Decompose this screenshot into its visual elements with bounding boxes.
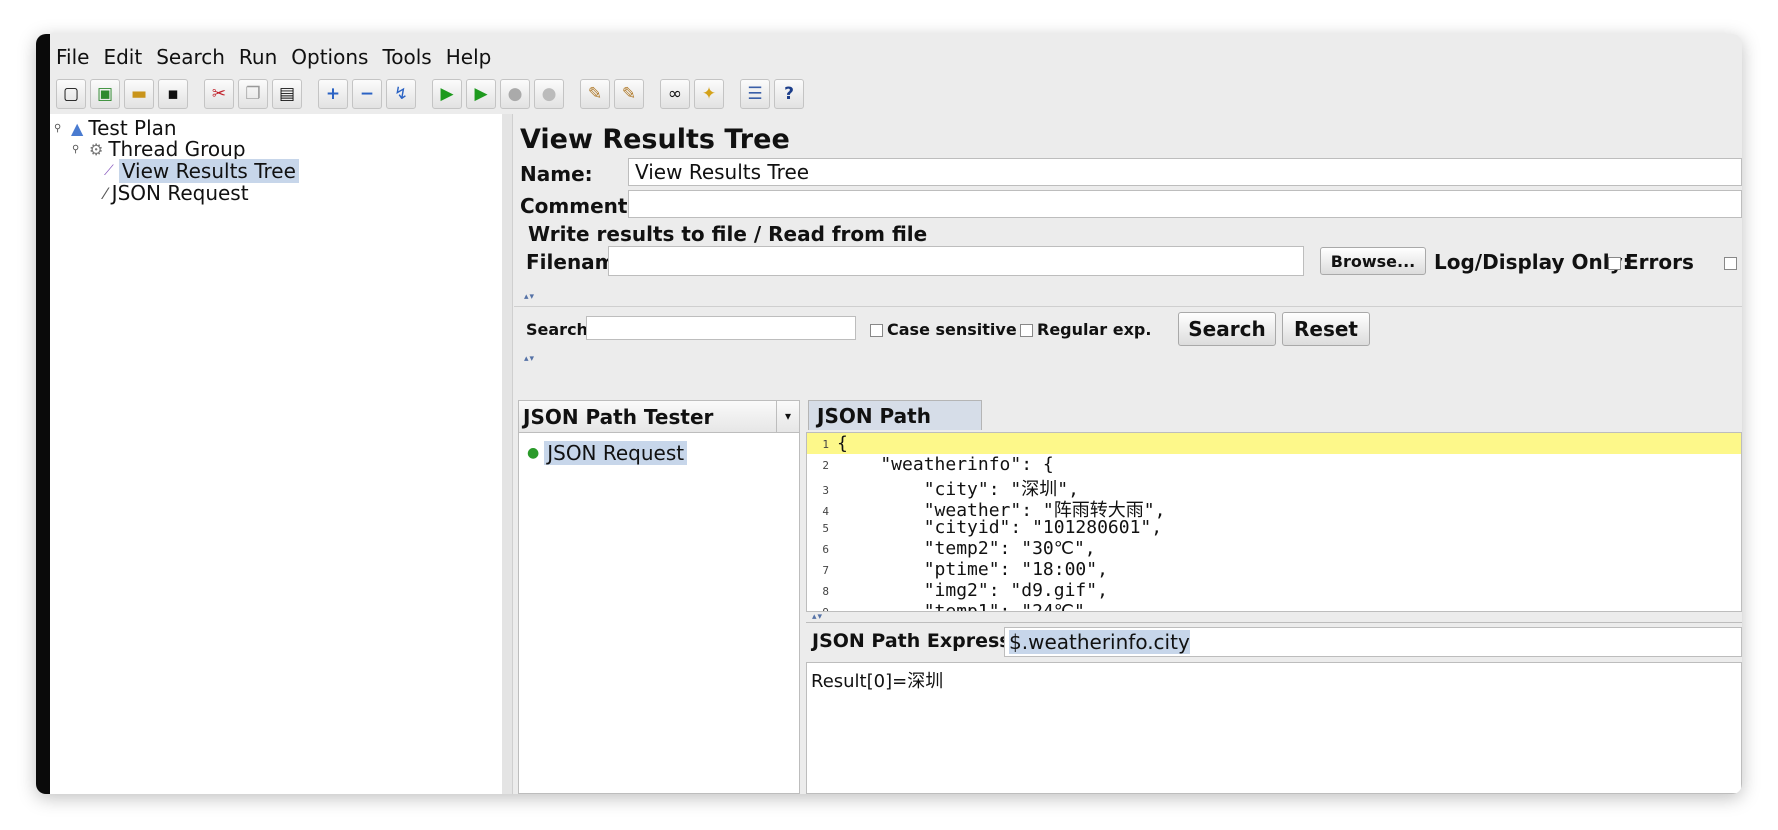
code-line: 4 "weather": "阵雨转大雨", (822, 500, 1166, 521)
search-label: Search: (526, 320, 595, 339)
paste-icon[interactable]: ▤ (272, 79, 302, 109)
code-line: 9 "temp1": "24℃" (822, 601, 1085, 612)
jmeter-window: File Edit Search Run Options Tools Help … (36, 34, 1742, 794)
successes-checkbox[interactable] (1724, 250, 1741, 274)
test-plan-tree: ⚲ ▲ Test Plan ⚲ ⚙ Thread Group ⟋ View Re… (50, 114, 503, 794)
collapse-arrows-icon[interactable]: ▴▾ (524, 354, 535, 364)
errors-checkbox[interactable]: Errors (1608, 250, 1694, 274)
renderer-select[interactable]: JSON Path Tester ▾ (519, 401, 799, 433)
expression-value: $.weatherinfo.city (1009, 630, 1190, 654)
view-results-tree-panel: View Results Tree Name: View Results Tre… (514, 114, 1742, 794)
sample-json-request[interactable]: ● JSON Request (527, 441, 688, 465)
search-binoculars-icon[interactable]: ∞ (660, 79, 690, 109)
sample-tree-pane: JSON Path Tester ▾ ● JSON Request (518, 400, 800, 794)
tree-label-thread-group: Thread Group (108, 137, 246, 161)
successes-checkbox-box[interactable] (1724, 257, 1737, 270)
vertical-splitter[interactable] (502, 114, 513, 794)
help-icon[interactable]: ? (774, 79, 804, 109)
flask-icon: ▲ (71, 118, 84, 138)
tree-node-view-results-tree[interactable]: ⟋ View Results Tree (104, 159, 299, 183)
start-icon[interactable]: ▶ (432, 79, 462, 109)
renderer-select-value: JSON Path Tester (523, 405, 714, 429)
collapse-icon[interactable]: − (352, 79, 382, 109)
code-line: 6 "temp2": "30℃", (822, 538, 1096, 559)
name-field[interactable]: View Results Tree (628, 158, 1742, 186)
toggle-icon[interactable]: ↯ (386, 79, 416, 109)
code-line: 5 "cityid": "101280601", (822, 517, 1163, 538)
menu-edit[interactable]: Edit (97, 42, 150, 72)
search-button[interactable]: Search (1178, 312, 1276, 346)
reset-button[interactable]: Reset (1282, 312, 1370, 346)
chart-icon: ⟋ (104, 163, 114, 179)
reset-search-icon[interactable]: ✦ (694, 79, 724, 109)
start-no-pause-icon[interactable]: ▶ (466, 79, 496, 109)
browse-button[interactable]: Browse... (1320, 247, 1426, 275)
pipette-icon: ⁄ (104, 183, 107, 203)
search-input[interactable] (586, 316, 856, 340)
new-icon[interactable]: ▢ (56, 79, 86, 109)
tree-label-json-request: JSON Request (111, 181, 249, 205)
result-text-area[interactable]: Result[0]=深圳 (806, 662, 1742, 794)
function-helper-icon[interactable]: ☰ (740, 79, 770, 109)
case-sensitive-box[interactable] (870, 324, 883, 337)
json-path-expression-input[interactable]: $.weatherinfo.city (1004, 627, 1742, 657)
name-label: Name: (520, 162, 593, 186)
tree-node-thread-group[interactable]: ⚲ ⚙ Thread Group (72, 137, 246, 161)
menu-file[interactable]: File (50, 42, 97, 72)
clear-all-icon[interactable]: ✎ (614, 79, 644, 109)
cut-icon[interactable]: ✂ (204, 79, 234, 109)
menu-search[interactable]: Search (150, 42, 233, 72)
comments-field[interactable] (628, 190, 1742, 218)
expand-toggle-icon[interactable]: ⚲ (54, 123, 66, 134)
json-path-tester-pane: JSON Path Tester 1{ 2 "weatherinfo": { 3… (806, 400, 1742, 794)
open-icon[interactable]: ▬ (124, 79, 154, 109)
gear-icon: ⚙ (89, 139, 104, 159)
regular-exp-checkbox[interactable]: Regular exp. (1020, 320, 1151, 339)
stop-icon[interactable]: ● (500, 79, 530, 109)
code-line: 1{ (807, 433, 1741, 454)
collapse-arrows-icon[interactable]: ▴▾ (524, 292, 535, 302)
menu-tools[interactable]: Tools (376, 42, 439, 72)
menu-help[interactable]: Help (440, 42, 500, 72)
copy-icon[interactable]: ❐ (238, 79, 268, 109)
tree-label-view-results-tree: View Results Tree (118, 159, 299, 183)
json-path-expression-bar: JSON Path Expression $.weatherinfo.city (806, 622, 1742, 661)
panel-title: View Results Tree (520, 124, 790, 155)
shutdown-icon[interactable]: ● (534, 79, 564, 109)
file-section-title: Write results to file / Read from file (528, 222, 928, 246)
toolbar: ▢ ▣ ▬ ▪ ✂ ❐ ▤ + − ↯ ▶ ▶ ● ● ✎ ✎ ∞ ✦ ☰ ? (56, 76, 804, 112)
case-sensitive-label: Case sensitive (887, 320, 1017, 339)
code-line: 8 "img2": "d9.gif", (822, 580, 1108, 601)
tree-node-json-request[interactable]: ⁄ JSON Request (104, 181, 249, 205)
clear-icon[interactable]: ✎ (580, 79, 610, 109)
success-shield-icon: ● (527, 445, 540, 461)
sample-label: JSON Request (544, 441, 688, 465)
result-text: Result[0]=深圳 (811, 671, 944, 692)
menu-options[interactable]: Options (285, 42, 376, 72)
filename-field[interactable] (608, 246, 1304, 276)
templates-icon[interactable]: ▣ (90, 79, 120, 109)
regular-exp-box[interactable] (1020, 324, 1033, 337)
menubar: File Edit Search Run Options Tools Help (50, 42, 499, 72)
window-edge (36, 34, 50, 794)
errors-label: Errors (1625, 250, 1694, 274)
code-line: 7 "ptime": "18:00", (822, 559, 1108, 580)
tab-json-path-tester[interactable]: JSON Path Tester (808, 400, 982, 458)
response-json-viewer[interactable]: 1{ 2 "weatherinfo": { 3 "city": "深圳", 4 … (806, 432, 1742, 612)
errors-checkbox-box[interactable] (1608, 257, 1621, 270)
code-line: 3 "city": "深圳", (822, 479, 1079, 500)
regular-exp-label: Regular exp. (1037, 320, 1152, 339)
collapse-arrows-icon[interactable]: ▴▾ (812, 612, 823, 622)
menu-run[interactable]: Run (233, 42, 285, 72)
expand-toggle-icon[interactable]: ⚲ (72, 144, 84, 155)
chevron-down-icon[interactable]: ▾ (776, 401, 799, 432)
divider (514, 306, 1742, 307)
expand-icon[interactable]: + (318, 79, 348, 109)
log-display-label: Log/Display Only: (1434, 250, 1631, 274)
save-icon[interactable]: ▪ (158, 79, 188, 109)
code-line: 2 "weatherinfo": { (822, 454, 1054, 475)
case-sensitive-checkbox[interactable]: Case sensitive (870, 320, 1017, 339)
